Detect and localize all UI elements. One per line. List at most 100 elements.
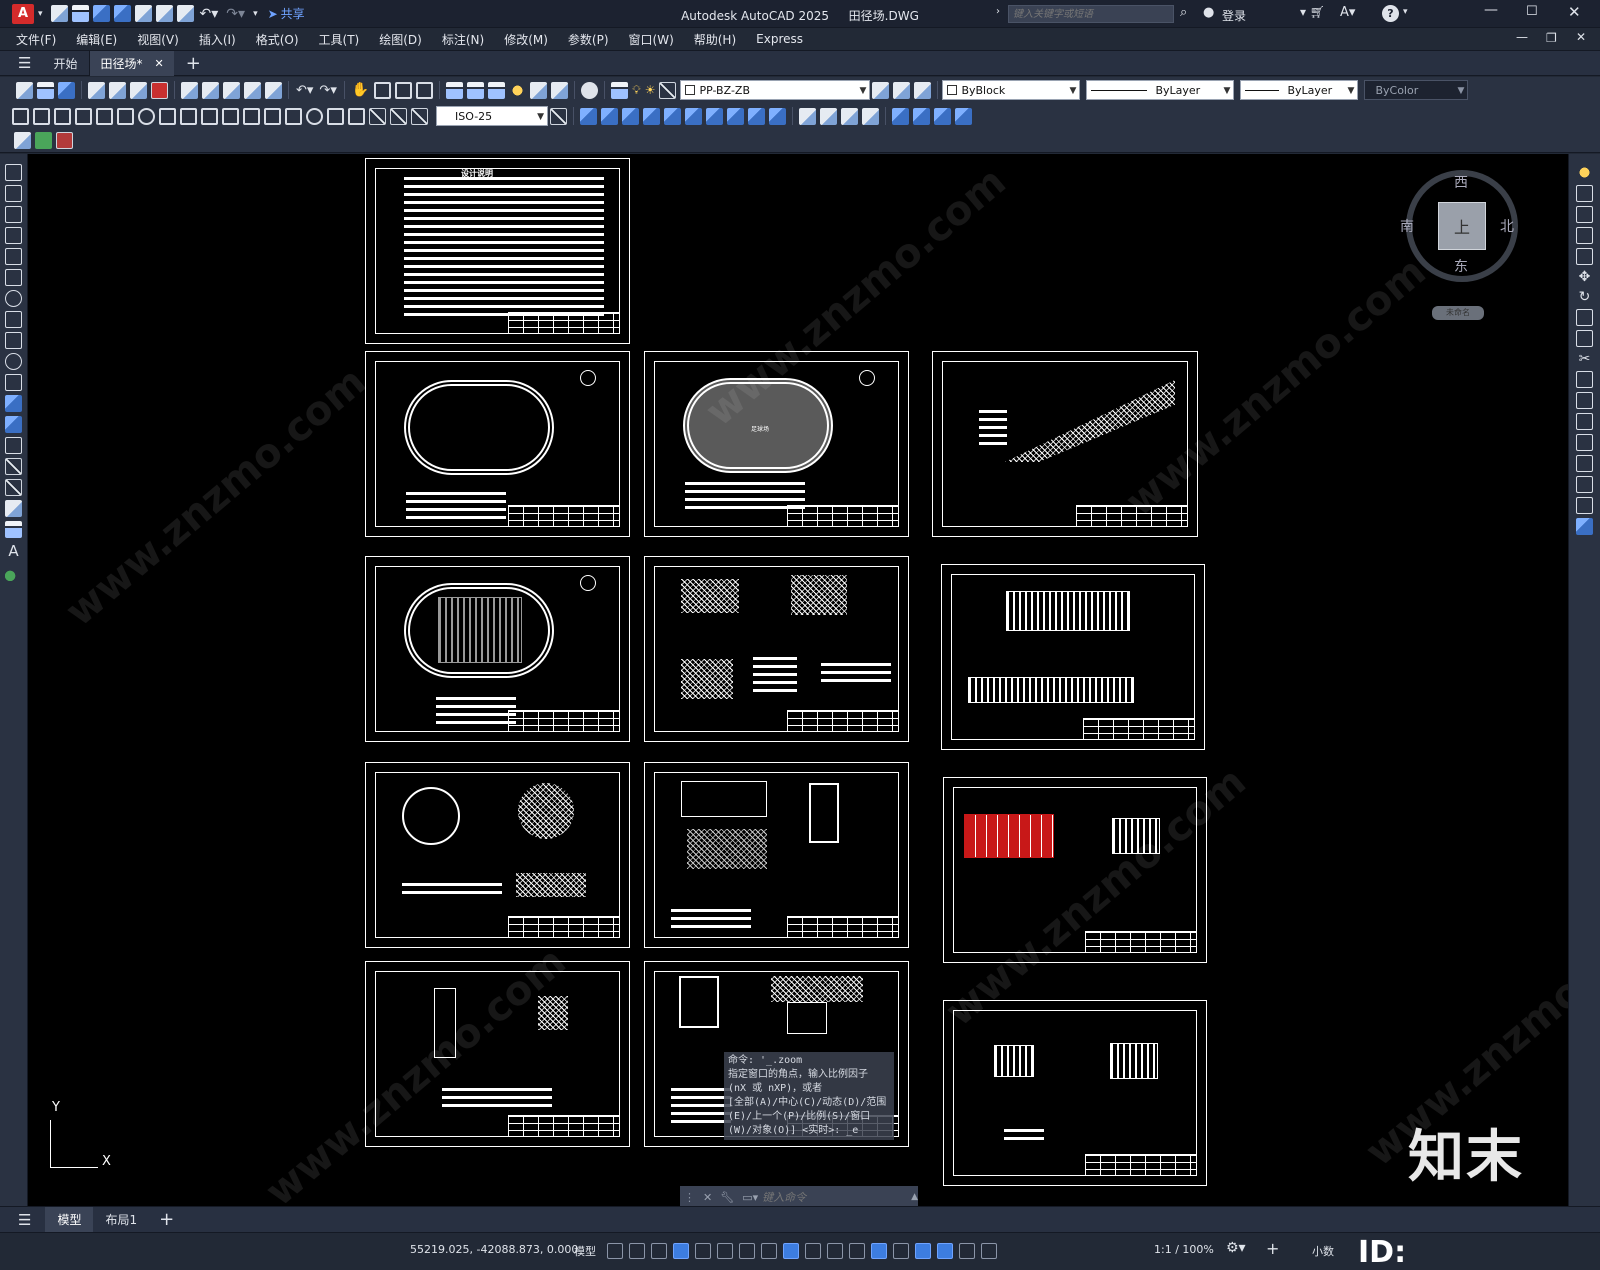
annotation-scale[interactable]: 1:1 / 100% (1154, 1243, 1214, 1256)
command-recent-icon[interactable]: ▭▾ (742, 1191, 758, 1204)
auto-scale-icon[interactable] (981, 1243, 997, 1259)
menu-express[interactable]: Express (746, 32, 813, 46)
grid-icon[interactable] (607, 1243, 623, 1259)
doc-minimize-icon[interactable]: — (1516, 30, 1528, 44)
block-editor-icon[interactable] (265, 81, 282, 99)
layer-on-icon[interactable]: 💡︎ (632, 83, 640, 98)
app-menu-chevron-icon[interactable]: ▾ (38, 9, 43, 19)
quick-dim-icon[interactable] (180, 107, 197, 125)
extend-icon[interactable] (1576, 371, 1593, 388)
menu-dimension[interactable]: 标注(N) (432, 31, 494, 48)
open-web-icon[interactable] (134, 5, 152, 22)
undo-toolbar-icon[interactable]: ↶▾ (296, 83, 313, 98)
view-left-icon[interactable] (622, 107, 639, 125)
zoom-window-icon[interactable] (395, 81, 413, 99)
layer-previous-icon[interactable] (893, 81, 911, 99)
construction-line-icon[interactable] (5, 185, 22, 202)
dim-break-icon[interactable] (264, 107, 281, 125)
tab-start[interactable]: 开始 (41, 50, 91, 76)
new-file-icon[interactable] (50, 5, 68, 22)
line-icon[interactable] (5, 164, 22, 181)
design-center-icon[interactable] (467, 81, 485, 99)
command-close-icon[interactable]: ✕ (703, 1191, 712, 1204)
offset-icon[interactable] (1576, 227, 1593, 244)
tab-document[interactable]: 田径场* ✕ (90, 50, 174, 76)
copy-icon[interactable] (202, 81, 219, 99)
angular-dim-icon[interactable] (159, 107, 176, 125)
ucs-world-icon[interactable] (820, 107, 837, 125)
workspace-gear-icon[interactable]: ⚙▾ (1226, 1240, 1246, 1256)
app-logo[interactable]: A (12, 3, 34, 24)
pan-icon[interactable]: ✋ (352, 82, 369, 98)
jogged-linear-icon[interactable] (348, 107, 365, 125)
save-as-icon[interactable] (113, 5, 131, 22)
tab-layout1[interactable]: 布局1 (93, 1207, 149, 1232)
search-expand-icon[interactable]: › (996, 6, 1000, 17)
transparency-icon[interactable] (827, 1243, 843, 1259)
viewcube-west[interactable]: 西 (1454, 172, 1468, 192)
view-front-icon[interactable] (664, 107, 681, 125)
units-dropdown[interactable]: 小数 (1312, 1243, 1334, 1259)
tool-palettes-icon[interactable] (488, 81, 506, 99)
share-icon[interactable]: ➤ (268, 7, 278, 21)
ortho-icon[interactable] (695, 1243, 711, 1259)
coordinates-readout[interactable]: 55219.025, -42088.873, 0.000 (410, 1243, 578, 1256)
dim-style-manager-icon[interactable] (550, 107, 567, 125)
share-button[interactable]: 共享 (281, 5, 305, 22)
tolerance-icon[interactable] (285, 107, 302, 125)
help-icon[interactable]: ? (1382, 5, 1399, 22)
command-grip-icon[interactable]: ⋮ (684, 1191, 695, 1204)
menu-draw[interactable]: 绘图(D) (369, 31, 432, 48)
attach-image-icon[interactable] (14, 132, 31, 149)
viewcube-top-face[interactable]: 上 (1438, 202, 1486, 250)
attach-dwf-icon[interactable] (35, 132, 52, 149)
color-dropdown[interactable]: ByBlock ▼ (942, 80, 1081, 100)
tab-close-icon[interactable]: ✕ (154, 57, 163, 70)
insert-block-icon[interactable] (5, 395, 22, 412)
redo-toolbar-icon[interactable]: ↷▾ (319, 83, 336, 98)
table-icon[interactable] (5, 521, 22, 538)
ellipse-arc-icon[interactable] (5, 374, 22, 391)
doc-close-icon[interactable]: ✕ (1576, 30, 1586, 44)
calculator-icon[interactable] (551, 81, 569, 99)
polar-icon[interactable] (717, 1243, 733, 1259)
layer-freeze-icon[interactable]: ☀ (645, 83, 656, 97)
user-icon[interactable]: ● (1203, 5, 1214, 20)
mtext-icon[interactable]: A (8, 542, 18, 560)
view-sw-iso-icon[interactable] (706, 107, 723, 125)
arc-icon[interactable] (5, 269, 22, 286)
doc-restore-icon[interactable]: ❐ (1546, 31, 1557, 45)
annotation-visibility-icon[interactable] (959, 1243, 975, 1259)
linear-dim-icon[interactable] (12, 107, 29, 125)
scale-icon[interactable] (1576, 309, 1593, 326)
layer-lock-icon[interactable] (659, 81, 677, 99)
close-icon[interactable]: ✕ (1568, 3, 1581, 21)
drawing-canvas[interactable]: 设计说明 足球场 上 西 东 南 北 未命名 Y X www.znzmo.com… (28, 154, 1568, 1206)
ordinate-dim-icon[interactable] (75, 107, 92, 125)
stretch-icon[interactable] (1576, 330, 1593, 347)
realistic-icon[interactable] (955, 107, 972, 125)
dynamic-ucs-icon[interactable] (893, 1243, 909, 1259)
ellipse-icon[interactable] (5, 353, 22, 370)
circle-icon[interactable] (5, 290, 22, 307)
zoom-realtime-icon[interactable] (374, 81, 392, 99)
explode-icon[interactable] (1576, 518, 1593, 535)
redo-icon[interactable]: ↷▾ (226, 6, 245, 22)
menu-window[interactable]: 窗口(W) (619, 31, 684, 48)
copy-object-icon[interactable] (1576, 185, 1593, 202)
ucs-previous-icon[interactable] (841, 107, 858, 125)
plot-toolbar-icon[interactable] (88, 81, 105, 99)
blend-icon[interactable] (1576, 497, 1593, 514)
autodesk-a360-icon[interactable]: A▾ (1340, 5, 1355, 20)
markup-icon[interactable] (530, 81, 548, 99)
gradient-icon[interactable] (5, 479, 22, 496)
hamburger-menu-icon[interactable]: ☰ (18, 54, 31, 72)
paste-icon[interactable] (223, 81, 240, 99)
plotstyle-dropdown[interactable]: ByColor ▼ (1364, 80, 1469, 100)
zoom-previous-icon[interactable] (416, 81, 434, 99)
arc-length-icon[interactable] (54, 107, 71, 125)
array-icon[interactable] (1576, 248, 1593, 265)
point-icon[interactable] (5, 437, 22, 454)
save-toolbar-icon[interactable] (58, 81, 75, 99)
selection-cycling-icon[interactable] (849, 1243, 865, 1259)
